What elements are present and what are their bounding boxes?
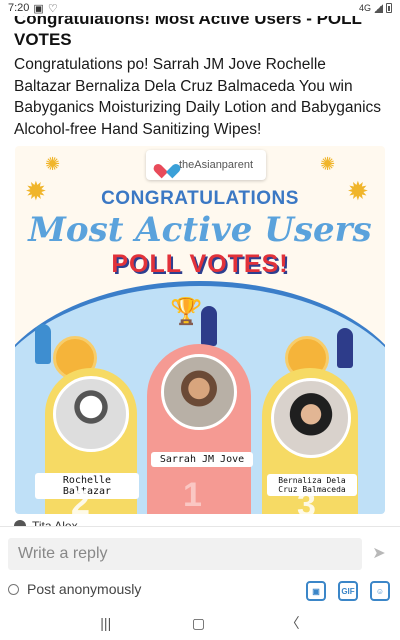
winner-photo-third (271, 378, 351, 458)
brand-name: theAsianparent (179, 159, 253, 171)
winner-name-first: Sarrah JM Jove (151, 452, 253, 467)
brand-logo: theAsianparent (146, 150, 266, 180)
post-anonymously-option[interactable]: Post anonymously (8, 581, 141, 597)
clock: 7:20 (8, 2, 30, 14)
firework-icon: ✺ (320, 154, 336, 174)
heart-notification-icon: ♡ (47, 2, 58, 15)
post-title: Congratulations! Most Active Users - POL… (14, 16, 362, 49)
trophy-icon: 🏆 (170, 296, 203, 326)
recent-apps-icon[interactable]: ||| (100, 615, 111, 631)
rank-second: 2 (71, 484, 90, 514)
rank-third: 3 (297, 486, 316, 514)
reply-bar: ➤ Post anonymously ▣ GIF ☺ (0, 526, 400, 606)
battery-icon (386, 3, 392, 13)
person-illustration (201, 306, 217, 346)
winner-photo-first (161, 354, 237, 430)
firework-icon: ✺ (45, 154, 61, 174)
post-content[interactable]: Congratulations! Most Active Users - POL… (0, 16, 400, 526)
reply-tools: ▣ GIF ☺ (306, 581, 390, 601)
sticker-icon[interactable]: ☺ (370, 581, 390, 601)
person-illustration (35, 324, 51, 364)
back-icon[interactable]: 〈 (286, 613, 300, 633)
gif-icon[interactable]: GIF (338, 581, 358, 601)
home-icon[interactable]: ▢ (192, 615, 205, 632)
winner-banner-image[interactable]: ✺ ✹ ✺ ✹ theAsianparent CONGRATULATIONS M… (15, 146, 385, 514)
signal-icon (374, 3, 383, 13)
banner-subheadline: POLL VOTES! (111, 250, 289, 278)
banner-headline: Most Active Users (28, 210, 372, 250)
anonymous-label: Post anonymously (27, 581, 142, 597)
banner-congrats: CONGRATULATIONS (101, 188, 299, 209)
person-illustration (337, 328, 353, 368)
notification-icon: ▣ (33, 2, 44, 15)
anonymous-radio[interactable] (8, 583, 19, 595)
network-type: 4G (358, 3, 371, 13)
brand-heart-icon (159, 158, 175, 172)
winner-photo-second (53, 376, 129, 452)
send-icon[interactable]: ➤ (370, 545, 388, 563)
post-body: Congratulations po! Sarrah JM Jove Roche… (14, 56, 382, 138)
reply-input[interactable] (8, 538, 362, 570)
image-icon[interactable]: ▣ (306, 581, 326, 601)
system-nav-bar: ||| ▢ 〈 (0, 606, 400, 640)
rank-first: 1 (183, 476, 202, 514)
status-bar: 7:20 ▣ ♡ 4G (0, 0, 400, 16)
